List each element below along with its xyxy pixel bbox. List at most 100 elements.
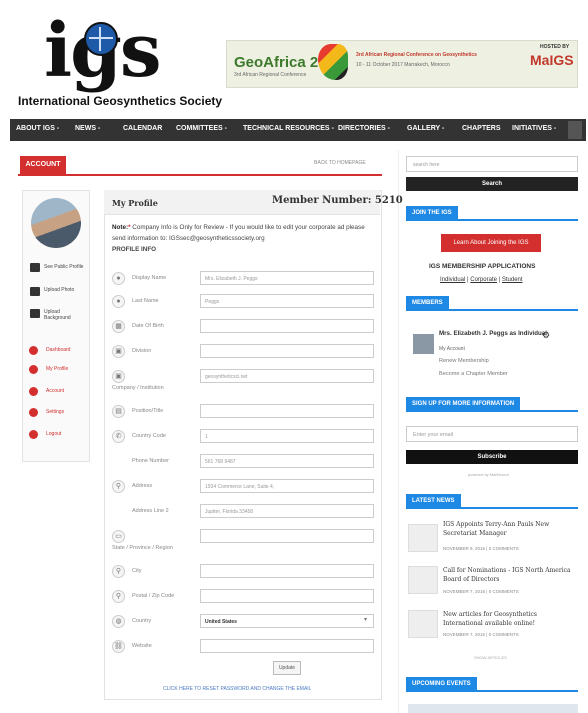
column-divider xyxy=(398,150,399,713)
banner-hosted-by: HOSTED BY xyxy=(540,44,570,50)
members-rule xyxy=(406,309,578,311)
field-label: Address Line 2 xyxy=(132,508,169,514)
user-icon: ● xyxy=(112,295,125,308)
field-label: State / Province / Region xyxy=(112,545,173,551)
chapter-member-link[interactable]: Become a Chapter Member xyxy=(439,371,508,377)
member-avatar[interactable] xyxy=(413,334,434,354)
membership-applications-heading: IGS MEMBERSHIP APPLICATIONS xyxy=(429,263,536,270)
nav-chapters[interactable]: CHAPTERS xyxy=(462,125,501,132)
reset-password-link[interactable]: CLICK HERE TO RESET PASSWORD AND CHANGE … xyxy=(163,686,311,692)
email-field[interactable]: Enter your email xyxy=(406,426,578,442)
subscribe-button[interactable]: Subscribe xyxy=(406,450,578,464)
field-label: Country xyxy=(132,618,152,624)
see-public-profile-link[interactable]: See Public Profile xyxy=(44,264,84,270)
wrench-icon xyxy=(29,387,38,396)
company-note: Note:* Company Info is Only for Review -… xyxy=(112,224,365,242)
news-title[interactable]: Call for Nominations - IGS North America… xyxy=(443,566,573,584)
menu-logout[interactable]: Logout xyxy=(46,431,61,437)
link-individual[interactable]: Individual xyxy=(440,277,465,283)
field-label: Position/Title xyxy=(132,408,164,414)
field-label: Display Name xyxy=(132,275,167,281)
nav-calendar[interactable]: CALENDAR xyxy=(123,125,162,132)
gear-icon[interactable]: ⚙ xyxy=(542,330,550,341)
nav-technical-resources[interactable]: TECHNICAL RESOURCES - xyxy=(243,125,334,132)
website-field[interactable] xyxy=(200,639,374,653)
link-icon: ⛓ xyxy=(112,640,125,653)
member-number: Member Number: 5210 xyxy=(272,195,403,206)
upload-background-button[interactable]: Upload Background xyxy=(44,309,78,321)
division-field[interactable] xyxy=(200,344,374,358)
menu-dashboard[interactable]: Dashboard xyxy=(46,347,70,353)
back-to-homepage-link[interactable]: BACK TO HOMEPAGE xyxy=(314,160,366,166)
nav-committees[interactable]: COMMITTEES - xyxy=(176,125,227,132)
profile-info-heading: PROFILE INFO xyxy=(112,246,157,253)
country-field[interactable]: United States xyxy=(200,614,374,628)
account-rule xyxy=(18,174,382,176)
upload-photo-button[interactable]: Upload Photo xyxy=(44,287,78,293)
news-thumbnail[interactable] xyxy=(408,524,438,552)
powered-by: powered by MailMunch xyxy=(468,472,510,477)
city-field[interactable] xyxy=(200,564,374,578)
nav-news[interactable]: NEWS - xyxy=(75,125,100,132)
renew-membership-link[interactable]: Renew Membership xyxy=(439,358,489,364)
news-title[interactable]: IGS Appoints Terry-Ann Pauls New Secreta… xyxy=(443,520,573,538)
map-icon: ▭ xyxy=(112,530,125,543)
nav-about-igs[interactable]: ABOUT IGS - xyxy=(16,125,59,132)
address-field[interactable]: 1934 Commerce Lane, Suite 4, xyxy=(200,479,374,493)
phone-number-field[interactable]: 561 768 9487 xyxy=(200,454,374,468)
signup-rule xyxy=(406,410,578,412)
globe-icon xyxy=(84,22,118,56)
building-icon: ▣ xyxy=(112,370,125,383)
field-label: Country Code xyxy=(132,433,166,439)
postal-zip-code-field[interactable] xyxy=(200,589,374,603)
show-articles-link[interactable]: SHOW ARTICLES xyxy=(474,655,507,660)
field-label: City xyxy=(132,568,142,574)
country-code-field[interactable]: 1 xyxy=(200,429,374,443)
host-logo: MaIGS xyxy=(530,52,574,68)
field-label: Date Of Birth xyxy=(132,323,164,329)
learn-about-joining-button[interactable]: Learn About Joining the IGS xyxy=(441,234,541,252)
globe-icon: ◍ xyxy=(112,615,125,628)
news-thumbnail[interactable] xyxy=(408,566,438,594)
nav-initiatives[interactable]: INITIATIVES - xyxy=(512,125,556,132)
news-thumbnail[interactable] xyxy=(408,610,438,638)
state-province-region-field[interactable] xyxy=(200,529,374,543)
link-corporate[interactable]: Corporate xyxy=(470,277,497,283)
display-name-field[interactable]: Mrs. Elizabeth J. Peggs xyxy=(200,271,374,285)
menu-my-profile[interactable]: My Profile xyxy=(46,366,68,372)
join-rule xyxy=(406,219,578,221)
map-pin-icon: ⚲ xyxy=(112,590,125,603)
user-icon xyxy=(29,365,38,374)
company-institution-field[interactable]: geosyntheticsci.net xyxy=(200,369,374,383)
event-strip[interactable] xyxy=(408,704,578,713)
address-line-2-field[interactable]: Jupiter, Florida 33458 xyxy=(200,504,374,518)
field-label: Website xyxy=(132,643,152,649)
menu-settings[interactable]: Settings xyxy=(46,409,64,415)
search-input[interactable]: search here xyxy=(406,156,578,172)
position-title-field[interactable] xyxy=(200,404,374,418)
user-icon: ● xyxy=(112,272,125,285)
menu-account[interactable]: Account xyxy=(46,388,64,394)
link-student[interactable]: Student xyxy=(502,277,523,283)
avatar[interactable] xyxy=(31,198,81,248)
update-button[interactable]: Update xyxy=(273,661,301,675)
nav-directories[interactable]: DIRECTORIES - xyxy=(338,125,390,132)
last-name-field[interactable]: Peggs xyxy=(200,294,374,308)
news-meta: NOVEMBER 7, 2016 | 0 COMMENTS xyxy=(443,589,519,594)
chevron-down-icon[interactable]: ▾ xyxy=(364,616,367,623)
society-name: International Geosynthetics Society xyxy=(18,94,223,108)
nav-gallery[interactable]: GALLERY - xyxy=(407,125,444,132)
user-icon xyxy=(30,263,40,272)
briefcase-icon: ▤ xyxy=(112,405,125,418)
news-title[interactable]: New articles for Geosynthetics Internati… xyxy=(443,610,573,628)
my-account-link[interactable]: My Account xyxy=(439,346,465,352)
nav-scroll-handle[interactable] xyxy=(568,121,582,139)
map-pin-icon: ⚲ xyxy=(112,480,125,493)
image-icon xyxy=(30,309,40,318)
field-label: Last Name xyxy=(132,298,159,304)
search-button[interactable]: Search xyxy=(406,177,578,191)
news-rule xyxy=(406,507,578,509)
field-label: Company / Institution xyxy=(112,385,164,391)
date-of-birth-field[interactable] xyxy=(200,319,374,333)
account-tab[interactable]: ACCOUNT xyxy=(20,156,66,174)
